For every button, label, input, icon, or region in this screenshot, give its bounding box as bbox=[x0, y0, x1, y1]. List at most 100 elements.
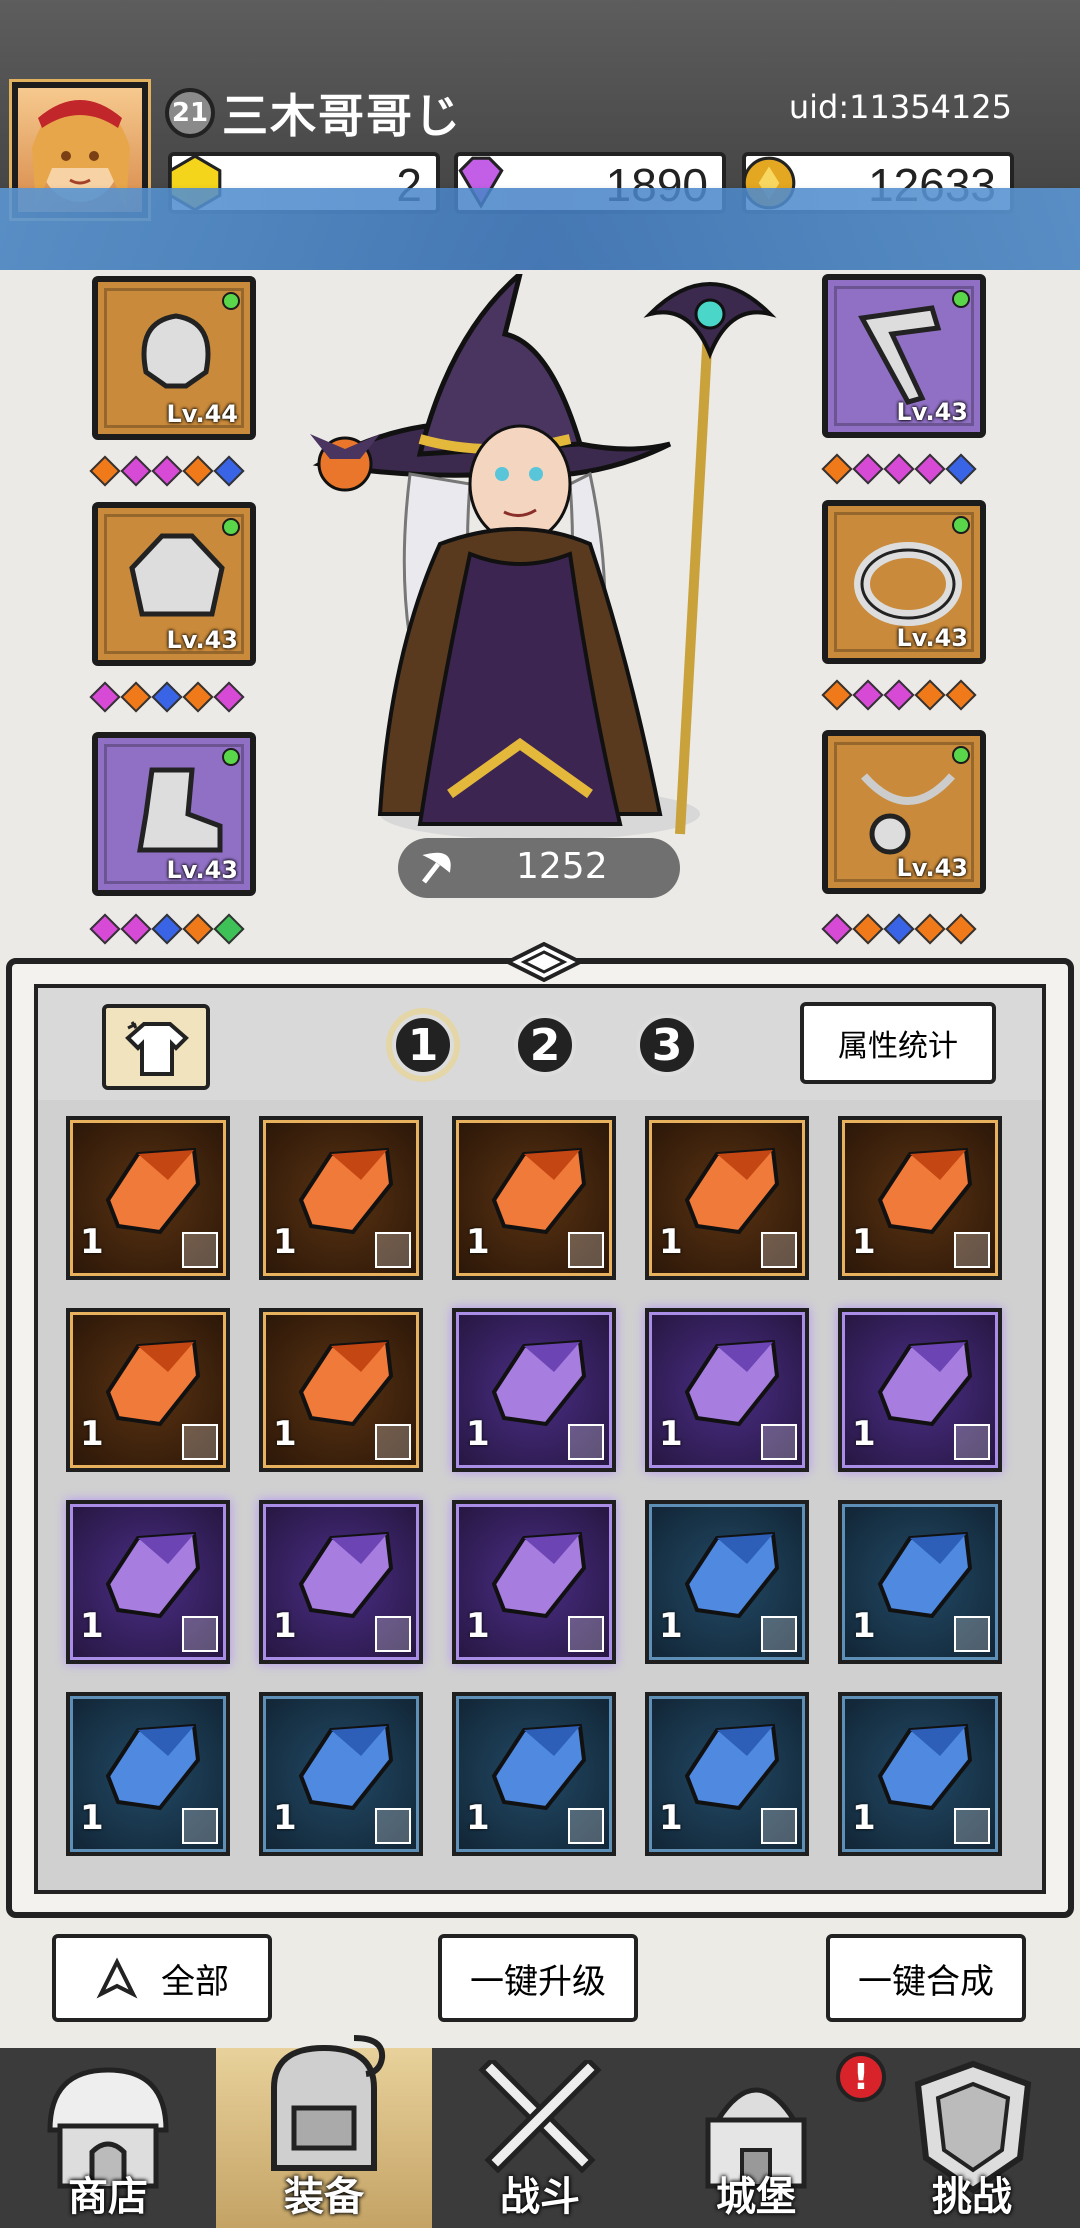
inventory-item-crystal[interactable]: 1 bbox=[838, 1116, 1002, 1280]
equip-slot-ring[interactable]: Lv.43 bbox=[822, 500, 986, 664]
combat-power: 1252 bbox=[398, 838, 680, 898]
equip-level: Lv.43 bbox=[896, 398, 969, 426]
shirt-icon bbox=[125, 1021, 189, 1076]
nav-challenge[interactable]: 挑战 bbox=[864, 2048, 1080, 2228]
power-value: 1252 bbox=[516, 846, 608, 887]
item-count: 1 bbox=[659, 1798, 683, 1838]
nav-challenge-label: 挑战 bbox=[932, 2174, 1012, 2220]
slot-type-icon bbox=[568, 1424, 604, 1460]
socket-gem-icon bbox=[852, 913, 884, 945]
player-level-badge: 21 bbox=[165, 88, 215, 138]
filter-all-button[interactable]: 全部 bbox=[52, 1934, 272, 2022]
socket-gem-icon bbox=[883, 453, 915, 485]
filter-label: 全部 bbox=[161, 1961, 229, 2002]
inventory-item-crystal[interactable]: 1 bbox=[838, 1308, 1002, 1472]
inventory-item-crystal[interactable]: 1 bbox=[259, 1308, 423, 1472]
crystal-icon bbox=[298, 1147, 394, 1235]
socket-gem-icon bbox=[89, 681, 121, 713]
upgrade-all-button[interactable]: 一键升级 bbox=[438, 1934, 638, 2022]
inventory-item-crystal[interactable]: 1 bbox=[645, 1500, 809, 1664]
crystal-icon bbox=[684, 1531, 780, 1619]
inventory-item-crystal[interactable]: 1 bbox=[259, 1692, 423, 1856]
inventory-item-crystal[interactable]: 1 bbox=[259, 1500, 423, 1664]
slot-type-icon bbox=[761, 1808, 797, 1844]
inventory-item-crystal[interactable]: 1 bbox=[66, 1116, 230, 1280]
slot-type-icon bbox=[375, 1808, 411, 1844]
socket-gem-icon bbox=[945, 453, 977, 485]
bottom-nav: 商店 装备 战斗 城堡 挑战 bbox=[0, 2035, 1080, 2228]
inventory-item-crystal[interactable]: 1 bbox=[66, 1692, 230, 1856]
slot-type-icon bbox=[375, 1232, 411, 1268]
socket-gem-icon bbox=[120, 913, 152, 945]
nav-castle[interactable]: 城堡 bbox=[648, 2048, 864, 2228]
slot-type-icon bbox=[954, 1808, 990, 1844]
necklace-icon bbox=[860, 773, 956, 855]
tab-3[interactable]: 3 bbox=[636, 1014, 698, 1076]
equip-slot-armor[interactable]: Lv.43 bbox=[92, 502, 256, 666]
equip-ready-dot bbox=[222, 518, 240, 536]
slot-type-icon bbox=[954, 1232, 990, 1268]
gem-row-left-1 bbox=[89, 455, 245, 487]
inventory-item-crystal[interactable]: 1 bbox=[838, 1500, 1002, 1664]
equip-slot-weapon[interactable]: Lv.43 bbox=[822, 274, 986, 438]
nav-shop[interactable]: 商店 bbox=[0, 2048, 216, 2228]
castle-notification-badge: ! bbox=[836, 2052, 886, 2102]
item-count: 1 bbox=[80, 1222, 104, 1262]
equip-ready-dot bbox=[222, 292, 240, 310]
socket-gem-icon bbox=[151, 455, 183, 487]
outfit-button[interactable] bbox=[102, 1004, 210, 1090]
crystal-icon bbox=[298, 1531, 394, 1619]
inventory-item-crystal[interactable]: 1 bbox=[66, 1308, 230, 1472]
crystal-icon bbox=[298, 1723, 394, 1811]
socket-gem-icon bbox=[883, 913, 915, 945]
socket-gem-icon bbox=[945, 679, 977, 711]
tab-1[interactable]: 1 bbox=[392, 1014, 454, 1076]
crystal-icon bbox=[105, 1723, 201, 1811]
equip-slot-helmet[interactable]: Lv.44 bbox=[92, 276, 256, 440]
helmet-icon bbox=[141, 313, 211, 389]
inventory-item-crystal[interactable]: 1 bbox=[838, 1692, 1002, 1856]
equip-slot-necklace[interactable]: Lv.43 bbox=[822, 730, 986, 894]
inventory-item-crystal[interactable]: 1 bbox=[259, 1116, 423, 1280]
inventory-item-crystal[interactable]: 1 bbox=[66, 1500, 230, 1664]
boots-icon bbox=[137, 767, 223, 853]
equip-ready-dot bbox=[952, 746, 970, 764]
socket-gem-icon bbox=[89, 913, 121, 945]
inventory-item-crystal[interactable]: 1 bbox=[452, 1500, 616, 1664]
socket-gem-icon bbox=[182, 455, 214, 487]
socket-gem-icon bbox=[914, 913, 946, 945]
slot-type-icon bbox=[568, 1808, 604, 1844]
slot-type-icon bbox=[954, 1616, 990, 1652]
inventory-item-crystal[interactable]: 1 bbox=[645, 1116, 809, 1280]
inventory-item-crystal[interactable]: 1 bbox=[645, 1692, 809, 1856]
nav-battle[interactable]: 战斗 bbox=[432, 2048, 648, 2228]
equip-level: Lv.43 bbox=[896, 624, 969, 652]
merge-all-button[interactable]: 一键合成 bbox=[826, 1934, 1026, 2022]
tab-2[interactable]: 2 bbox=[514, 1014, 576, 1076]
inventory-item-crystal[interactable]: 1 bbox=[645, 1308, 809, 1472]
item-count: 1 bbox=[80, 1414, 104, 1454]
item-count: 1 bbox=[852, 1606, 876, 1646]
item-count: 1 bbox=[80, 1798, 104, 1838]
inventory-toolbar: 1 2 3 属性统计 bbox=[38, 988, 1042, 1100]
stats-button[interactable]: 属性统计 bbox=[800, 1002, 996, 1084]
slot-type-icon bbox=[375, 1616, 411, 1652]
item-count: 1 bbox=[273, 1798, 297, 1838]
equip-level: Lv.43 bbox=[166, 856, 239, 884]
equip-ready-dot bbox=[222, 748, 240, 766]
item-count: 1 bbox=[852, 1414, 876, 1454]
inventory-item-crystal[interactable]: 1 bbox=[452, 1692, 616, 1856]
weapon-icon bbox=[858, 305, 942, 405]
equip-slot-boots[interactable]: Lv.43 bbox=[92, 732, 256, 896]
inventory-item-crystal[interactable]: 1 bbox=[452, 1116, 616, 1280]
header-glow-band bbox=[0, 188, 1080, 276]
crystal-icon bbox=[684, 1147, 780, 1235]
inventory-item-crystal[interactable]: 1 bbox=[452, 1308, 616, 1472]
crystal-icon bbox=[877, 1531, 973, 1619]
gem-row-right-3 bbox=[821, 913, 977, 945]
item-count: 1 bbox=[80, 1606, 104, 1646]
slot-type-icon bbox=[761, 1616, 797, 1652]
slot-type-icon bbox=[182, 1232, 218, 1268]
item-count: 1 bbox=[466, 1798, 490, 1838]
nav-equipment[interactable]: 装备 bbox=[216, 2035, 432, 2228]
